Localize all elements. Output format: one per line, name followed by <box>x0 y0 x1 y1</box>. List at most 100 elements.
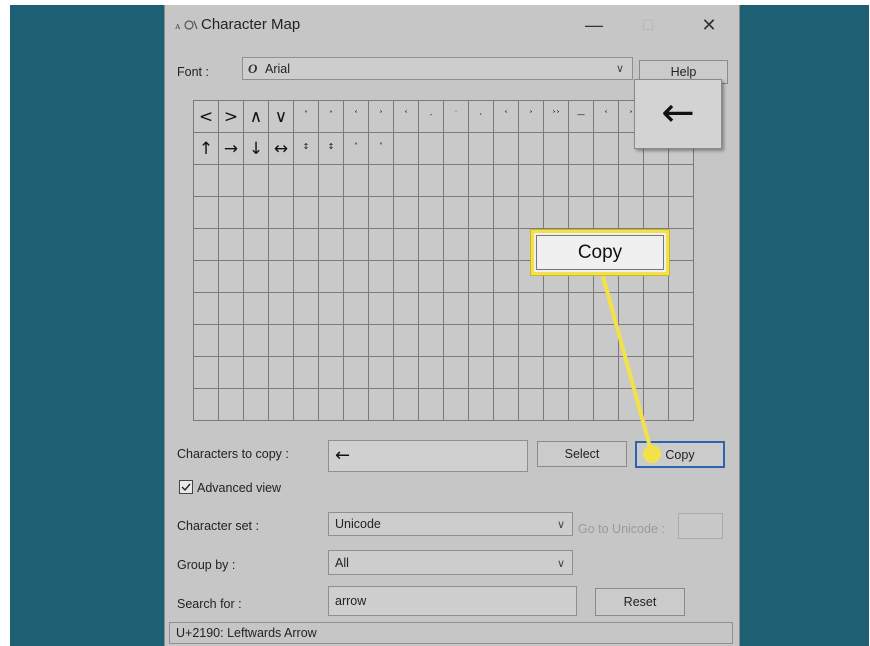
character-cell[interactable]: ↕ <box>319 133 344 165</box>
character-cell[interactable]: ˂ <box>494 101 519 133</box>
character-cell[interactable] <box>594 197 619 229</box>
character-cell[interactable] <box>244 357 269 389</box>
character-cell[interactable]: ˃ <box>369 101 394 133</box>
character-cell[interactable] <box>244 261 269 293</box>
character-cell[interactable] <box>394 261 419 293</box>
character-cell[interactable] <box>419 261 444 293</box>
character-cell[interactable]: ˂ <box>344 101 369 133</box>
character-cell[interactable]: → <box>219 133 244 165</box>
character-cell[interactable] <box>444 357 469 389</box>
character-cell[interactable] <box>569 325 594 357</box>
character-cell[interactable] <box>369 165 394 197</box>
character-cell[interactable] <box>194 389 219 421</box>
character-cell[interactable]: ˃˃ <box>544 101 569 133</box>
character-cell[interactable] <box>519 293 544 325</box>
character-cell[interactable] <box>494 357 519 389</box>
character-cell[interactable] <box>394 325 419 357</box>
character-cell[interactable] <box>644 357 669 389</box>
character-cell[interactable] <box>269 165 294 197</box>
character-cell[interactable] <box>669 229 694 261</box>
character-cell[interactable] <box>194 293 219 325</box>
character-cell[interactable] <box>269 325 294 357</box>
character-cell[interactable]: ˙ <box>444 101 469 133</box>
character-cell[interactable] <box>544 133 569 165</box>
character-cell[interactable] <box>419 389 444 421</box>
character-cell[interactable]: ∧ <box>244 101 269 133</box>
character-cell[interactable] <box>469 261 494 293</box>
character-cell[interactable] <box>194 197 219 229</box>
character-cell[interactable]: ∨ <box>269 101 294 133</box>
character-cell[interactable] <box>294 357 319 389</box>
font-dropdown[interactable]: O Arial ∨ <box>242 57 633 80</box>
character-cell[interactable] <box>419 165 444 197</box>
character-cell[interactable] <box>644 389 669 421</box>
go-to-unicode-input[interactable] <box>678 513 723 539</box>
character-cell[interactable] <box>669 165 694 197</box>
close-button[interactable]: ✕ <box>692 11 726 39</box>
character-cell[interactable]: — <box>569 101 594 133</box>
character-cell[interactable] <box>319 229 344 261</box>
copy-button[interactable]: Copy <box>635 441 725 468</box>
character-cell[interactable] <box>644 165 669 197</box>
character-cell[interactable] <box>494 389 519 421</box>
character-cell[interactable]: ˂ <box>594 101 619 133</box>
character-cell[interactable]: ↓ <box>244 133 269 165</box>
character-cell[interactable] <box>369 325 394 357</box>
character-cell[interactable] <box>244 229 269 261</box>
character-cell[interactable] <box>394 293 419 325</box>
character-cell[interactable] <box>544 389 569 421</box>
character-cell[interactable] <box>619 197 644 229</box>
character-cell[interactable] <box>494 261 519 293</box>
characters-to-copy-input[interactable]: ← <box>328 440 528 472</box>
maximize-button[interactable]: ☐ <box>631 11 665 39</box>
character-cell[interactable] <box>669 293 694 325</box>
character-cell[interactable] <box>269 293 294 325</box>
character-cell[interactable] <box>569 165 594 197</box>
character-cell[interactable] <box>319 293 344 325</box>
character-cell[interactable] <box>344 165 369 197</box>
character-cell[interactable] <box>644 197 669 229</box>
character-set-dropdown[interactable]: Unicode ∨ <box>328 512 573 536</box>
character-cell[interactable] <box>419 357 444 389</box>
character-cell[interactable] <box>344 357 369 389</box>
character-cell[interactable] <box>519 165 544 197</box>
character-cell[interactable] <box>444 261 469 293</box>
character-cell[interactable] <box>244 325 269 357</box>
character-cell[interactable] <box>244 389 269 421</box>
character-cell[interactable] <box>344 229 369 261</box>
character-cell[interactable] <box>544 325 569 357</box>
character-cell[interactable] <box>419 325 444 357</box>
character-cell[interactable] <box>444 229 469 261</box>
character-cell[interactable] <box>594 133 619 165</box>
character-cell[interactable]: ˗ <box>419 101 444 133</box>
character-cell[interactable] <box>444 325 469 357</box>
character-cell[interactable] <box>194 229 219 261</box>
character-cell[interactable] <box>469 133 494 165</box>
character-cell[interactable] <box>394 165 419 197</box>
character-cell[interactable] <box>444 389 469 421</box>
character-cell[interactable] <box>469 229 494 261</box>
character-cell[interactable] <box>269 261 294 293</box>
character-cell[interactable] <box>619 165 644 197</box>
character-cell[interactable] <box>394 229 419 261</box>
character-cell[interactable] <box>444 165 469 197</box>
character-cell[interactable] <box>219 325 244 357</box>
character-cell[interactable]: ˂ <box>394 101 419 133</box>
character-cell[interactable] <box>319 165 344 197</box>
character-cell[interactable] <box>269 357 294 389</box>
character-cell[interactable] <box>494 133 519 165</box>
character-cell[interactable] <box>594 293 619 325</box>
character-cell[interactable] <box>319 357 344 389</box>
character-cell[interactable] <box>544 197 569 229</box>
character-cell[interactable] <box>244 197 269 229</box>
character-cell[interactable] <box>469 357 494 389</box>
character-cell[interactable] <box>519 197 544 229</box>
search-input[interactable]: arrow <box>328 586 577 616</box>
character-cell[interactable] <box>544 165 569 197</box>
character-cell[interactable] <box>644 325 669 357</box>
character-cell[interactable] <box>344 197 369 229</box>
character-cell[interactable]: ˃ <box>519 101 544 133</box>
character-cell[interactable] <box>344 325 369 357</box>
character-cell[interactable] <box>344 389 369 421</box>
character-cell[interactable] <box>219 229 244 261</box>
